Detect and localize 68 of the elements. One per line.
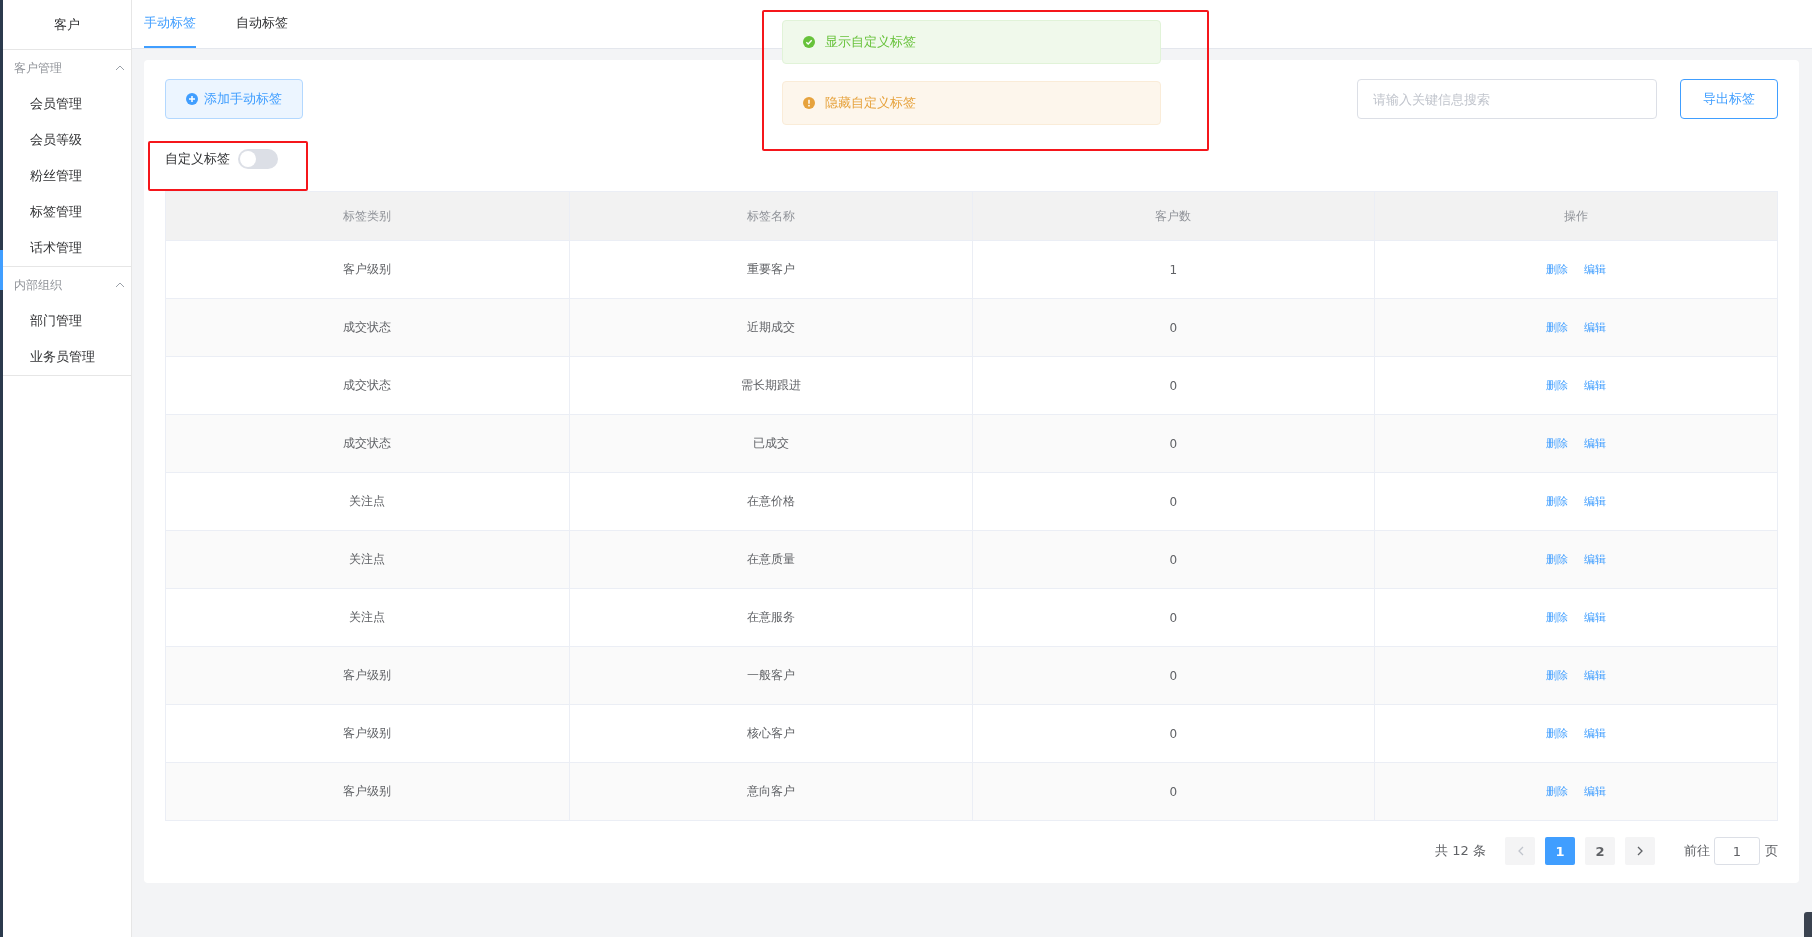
table-cell: 在意质量 <box>568 531 972 588</box>
table-cell: 0 <box>971 415 1375 472</box>
action-link[interactable]: 删除 <box>1546 726 1569 741</box>
action-link[interactable]: 删除 <box>1546 610 1569 625</box>
action-link[interactable]: 删除 <box>1546 378 1569 393</box>
table-cell: 0 <box>971 647 1375 704</box>
action-link[interactable]: 编辑 <box>1584 552 1607 567</box>
page-suffix: 页 <box>1765 842 1778 860</box>
table-cell: 已成交 <box>568 415 972 472</box>
column-header: 标签类别 <box>342 207 393 225</box>
table-cell-text: 关注点 <box>348 609 387 626</box>
tab[interactable]: 手动标签 <box>144 0 196 48</box>
search-field[interactable]: 请输入关键信息搜索 <box>1357 79 1657 119</box>
table-cell-text: 客户级别 <box>342 667 393 684</box>
table-cell-text: 成交状态 <box>342 319 393 336</box>
sidebar-item[interactable]: 业务员管理 <box>3 339 131 375</box>
total-count: 共 12 条 <box>1435 842 1486 860</box>
table-cell-text: 客户级别 <box>342 261 393 278</box>
page-input[interactable]: 1 <box>1714 837 1760 865</box>
toast-text: 隐藏自定义标签 <box>825 94 916 112</box>
table-cell-text: 成交状态 <box>342 435 393 452</box>
tab[interactable]: 自动标签 <box>236 0 288 48</box>
action-link[interactable]: 编辑 <box>1584 436 1607 451</box>
add-tag-button[interactable]: 添加手动标签 <box>165 79 303 119</box>
table-cell-text: 成交状态 <box>342 377 393 394</box>
action-link[interactable]: 编辑 <box>1584 320 1607 335</box>
action-link[interactable]: 删除 <box>1546 552 1569 567</box>
switch-label: 自定义标签 <box>165 150 230 168</box>
action-link[interactable]: 删除 <box>1546 436 1569 451</box>
action-link[interactable]: 编辑 <box>1584 378 1607 393</box>
page-button[interactable]: 2 <box>1585 837 1615 865</box>
sidebar-item[interactable]: 部门管理 <box>3 303 131 339</box>
table-cell: 近期成交 <box>568 299 972 356</box>
page-button[interactable]: 1 <box>1545 837 1575 865</box>
table-cell: 0 <box>971 763 1375 820</box>
action-link[interactable]: 删除 <box>1546 262 1569 277</box>
action-link[interactable]: 删除 <box>1546 320 1569 335</box>
action-link[interactable]: 编辑 <box>1584 610 1607 625</box>
sidebar-item[interactable]: 会员管理 <box>3 86 131 122</box>
table-cell: 0 <box>971 299 1375 356</box>
table-cell-text: 关注点 <box>348 493 387 510</box>
action-link[interactable]: 编辑 <box>1584 668 1607 683</box>
sidebar-group[interactable]: 客户管理 <box>3 50 131 86</box>
action-link[interactable]: 编辑 <box>1584 494 1607 509</box>
table-cell-text: 关注点 <box>348 551 387 568</box>
column-header: 客户数 <box>971 192 1375 240</box>
action-link[interactable]: 编辑 <box>1584 726 1607 741</box>
table-cell: 0 <box>971 531 1375 588</box>
sidebar-item[interactable]: 会员等级 <box>3 122 131 158</box>
column-header: 标签名称 <box>568 192 972 240</box>
table-cell: 一般客户 <box>568 647 972 704</box>
toast-text: 显示自定义标签 <box>825 33 916 51</box>
action-link[interactable]: 删除 <box>1546 668 1569 683</box>
action-link[interactable]: 编辑 <box>1584 784 1607 799</box>
sidebar-item[interactable]: 粉丝管理 <box>3 158 131 194</box>
action-link[interactable]: 删除 <box>1546 494 1569 509</box>
table-cell-text: 客户级别 <box>342 725 393 742</box>
table-cell-text: 客户级别 <box>342 783 393 800</box>
sidebar-group[interactable]: 内部组织 <box>3 267 131 303</box>
table-cell: 意向客户 <box>568 763 972 820</box>
sidebar-item[interactable]: 话术管理 <box>3 230 131 266</box>
export-button[interactable]: 导出标签 <box>1680 79 1778 119</box>
action-link[interactable]: 删除 <box>1546 784 1569 799</box>
sidebar-title: 客户 <box>3 0 131 50</box>
goto-label: 前往 <box>1684 842 1710 860</box>
sidebar-item[interactable]: 标签管理 <box>3 194 131 230</box>
column-header: 操作 <box>1374 192 1777 240</box>
action-link[interactable]: 编辑 <box>1584 262 1607 277</box>
